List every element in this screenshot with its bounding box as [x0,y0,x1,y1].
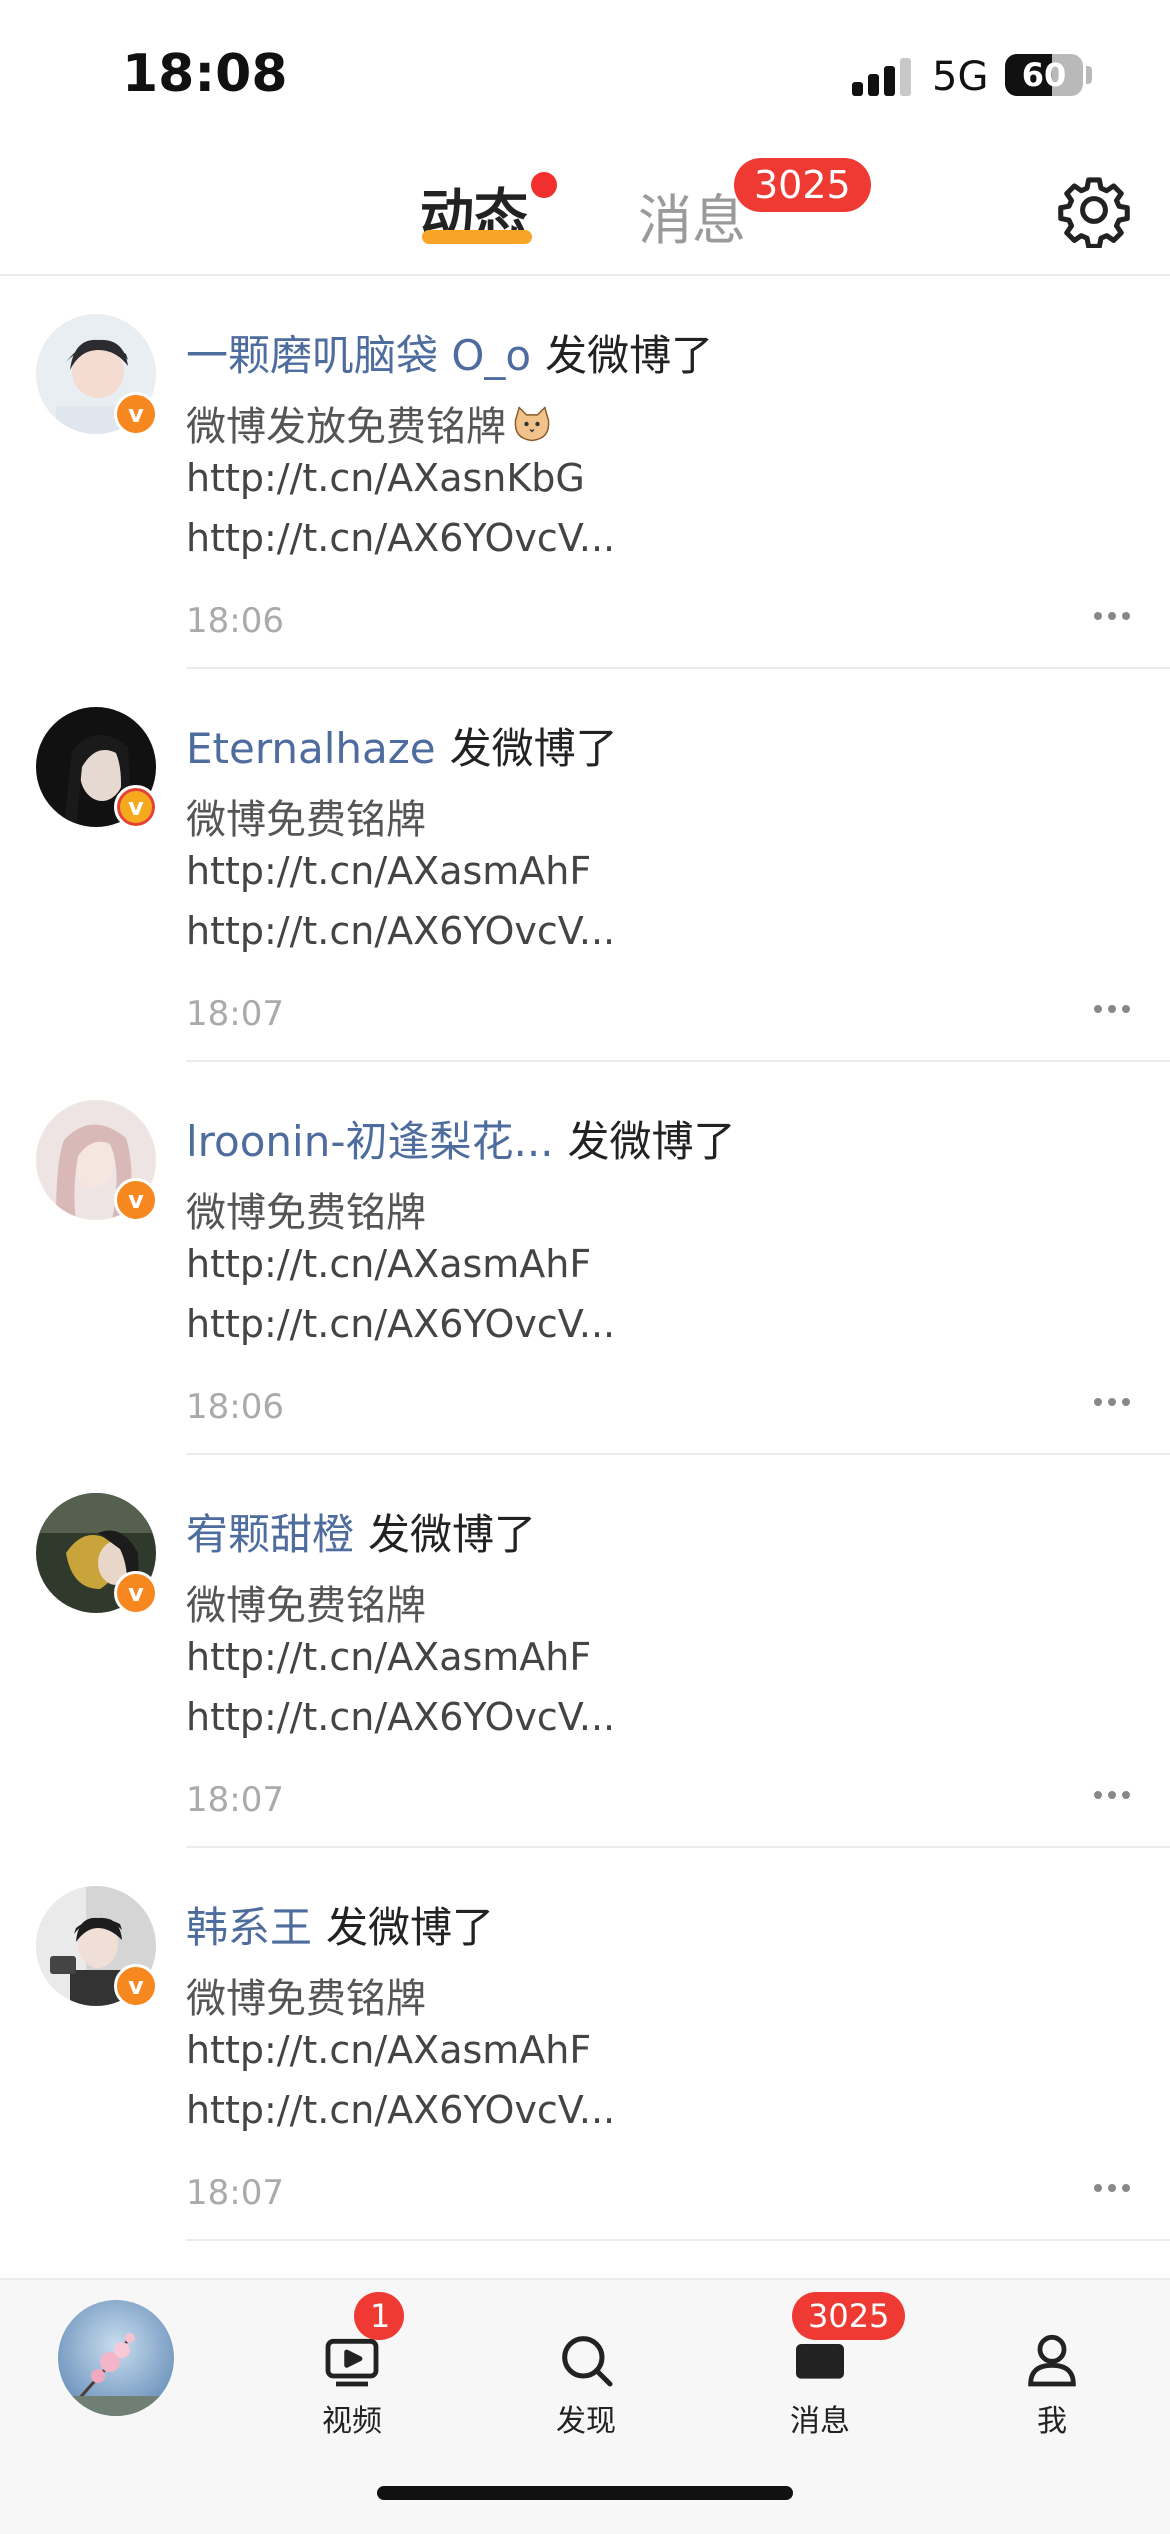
item-title: lroonin-初逢梨花... 发微博了 [186,1108,736,1169]
post-text: 微博免费铭牌 [186,1190,426,1236]
video-badge: 1 [354,2292,404,2340]
timestamp: 18:06 [186,601,284,641]
tab-messages-label: 消息 [790,2404,850,2439]
item-title: 一颗磨叽脑袋 O_o 发微博了 [186,322,713,383]
post-link[interactable]: http://t.cn/AX6YOvcV... [186,909,615,953]
signal-icon [852,58,914,96]
tab-me-label: 我 [1037,2404,1067,2439]
verified-badge-icon: v [114,785,158,829]
action-text: 发微博了 [368,1510,537,1559]
tab-video-label: 视频 [322,2404,382,2439]
post-link[interactable]: http://t.cn/AX6YOvcV... [186,516,615,560]
tab-discover-label: 发现 [556,2404,616,2439]
username-link[interactable]: 韩系王 [186,1903,312,1952]
tab-video[interactable]: 视频 [282,2310,422,2450]
username-link[interactable]: 宥颗甜橙 [186,1510,354,1559]
battery-icon: 60 [1005,54,1083,96]
post-text: 微博免费铭牌 [186,797,426,843]
more-options-icon[interactable] [1094,1791,1130,1801]
timestamp: 18:07 [186,2173,284,2213]
unread-badge: 3025 [734,158,871,212]
action-text: 发微博了 [545,331,714,380]
username-link[interactable]: lroonin-初逢梨花... [186,1117,554,1166]
verified-badge-icon: v [114,392,158,436]
profile-icon [1028,2334,1076,2387]
post-link[interactable]: http://t.cn/AXasnKbG [186,456,585,500]
item-title: 韩系王 发微博了 [186,1894,494,1955]
post-link[interactable]: http://t.cn/AX6YOvcV... [186,2088,615,2132]
search-icon [562,2336,613,2387]
action-text: 发微博了 [449,724,618,773]
feed-item[interactable]: v lroonin-初逢梨花... 发微博了 微博免费铭牌 http://t.cn… [0,1062,1170,1455]
home-avatar-button[interactable] [58,2300,174,2416]
action-text: 发微博了 [567,1117,736,1166]
verified-badge-icon: v [114,1571,158,1615]
battery-tip [1086,66,1092,84]
more-options-icon[interactable] [1094,1398,1130,1408]
more-options-icon[interactable] [1094,2184,1130,2194]
verified-badge-icon: v [114,1178,158,1222]
post-link[interactable]: http://t.cn/AXasmAhF [186,2028,591,2072]
post-text: 微博免费铭牌 [186,1583,426,1629]
timestamp: 18:07 [186,1780,284,1820]
verified-badge-icon: v [114,1964,158,2008]
action-text: 发微博了 [326,1903,495,1952]
messages-badge: 3025 [792,2292,906,2340]
post-text: 微博免费铭牌 [186,1976,426,2022]
post-link[interactable]: http://t.cn/AXasmAhF [186,849,591,893]
new-dot-badge [531,172,557,198]
post-text-content: 微博发放免费铭牌 [186,404,506,450]
feed-item[interactable]: v 宥颗甜橙 发微博了 微博免费铭牌 http://t.cn/AXasmAhF h… [0,1455,1170,1848]
feed-item[interactable]: v 韩系王 发微博了 微博免费铭牌 http://t.cn/AXasmAhF ht… [0,1848,1170,2241]
network-type: 5G [932,54,989,100]
settings-gear-icon[interactable] [1056,172,1132,248]
feed-item[interactable]: v Eternalhaze 发微博了 微博免费铭牌 http://t.cn/AXa… [0,669,1170,1062]
more-options-icon[interactable] [1094,1005,1130,1015]
username-link[interactable]: 一颗磨叽脑袋 O_o [186,331,531,380]
status-bar: 18:08 5G 60 [0,0,1170,140]
item-title: 宥颗甜橙 发微博了 [186,1501,536,1562]
notification-feed: v 一颗磨叽脑袋 O_o 发微博了 微博发放免费铭牌 http://t.cn/AX… [0,276,1170,2241]
post-link[interactable]: http://t.cn/AX6YOvcV... [186,1695,615,1739]
top-header: 动态 消息 3025 [0,140,1170,276]
tab-me[interactable]: 我 [982,2310,1122,2450]
post-link[interactable]: http://t.cn/AXasmAhF [186,1635,591,1679]
active-tab-indicator [422,230,532,244]
divider [186,2239,1170,2241]
post-link[interactable]: http://t.cn/AX6YOvcV... [186,1302,615,1346]
cat-emoji-icon [514,406,550,442]
post-text: 微博发放免费铭牌 [186,394,554,452]
item-title: Eternalhaze 发微博了 [186,715,618,776]
tab-xiaoxi[interactable]: 消息 [638,176,746,255]
tab-discover[interactable]: 发现 [516,2310,656,2450]
timestamp: 18:06 [186,1387,284,1427]
battery-percent: 60 [1021,56,1067,94]
feed-item[interactable]: v 一颗磨叽脑袋 O_o 发微博了 微博发放免费铭牌 http://t.cn/AX… [0,276,1170,669]
username-link[interactable]: Eternalhaze [186,724,436,773]
status-time: 18:08 [122,44,288,104]
timestamp: 18:07 [186,994,284,1034]
post-link[interactable]: http://t.cn/AXasmAhF [186,1242,591,1286]
more-options-icon[interactable] [1094,612,1130,622]
home-indicator[interactable] [377,2486,793,2500]
